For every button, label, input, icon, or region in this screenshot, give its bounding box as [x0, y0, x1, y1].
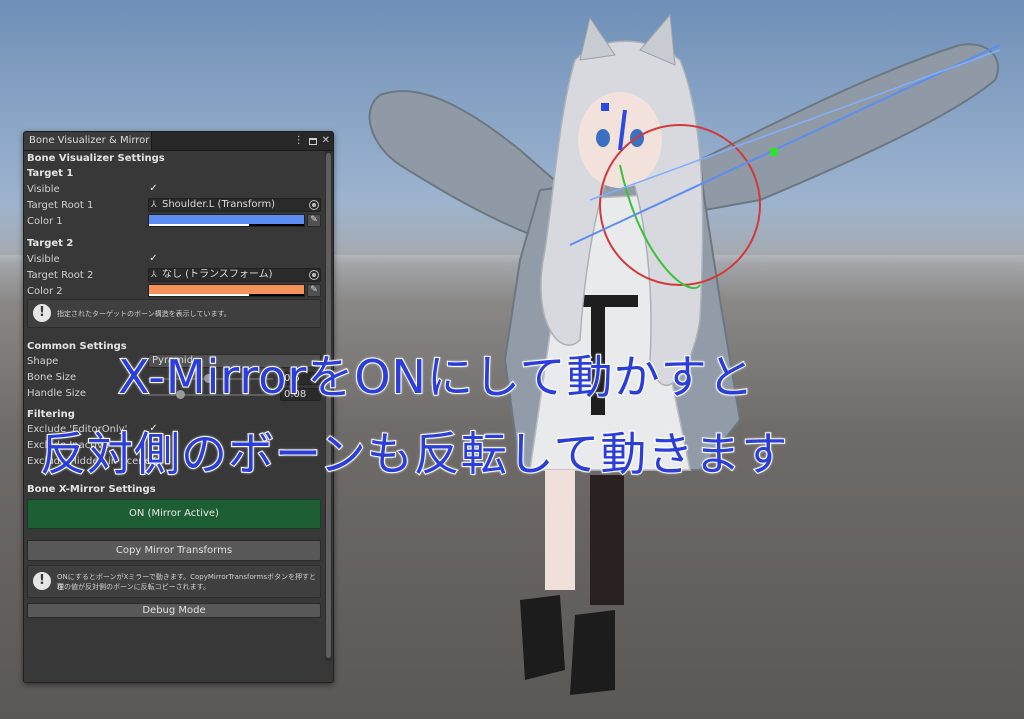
kebab-menu-icon[interactable]: ⋮ [294, 134, 304, 148]
object-picker-icon[interactable] [309, 270, 319, 280]
eyedropper-icon[interactable]: ✎ [307, 284, 321, 297]
info-icon: ! [33, 304, 51, 322]
target2-visible-checkbox[interactable]: ✓ [148, 253, 159, 264]
common-settings-header: Common Settings [27, 341, 127, 352]
mirror-settings-header: Bone X-Mirror Settings [27, 484, 156, 495]
target2-visible-label: Visible [27, 254, 60, 265]
alpha-bar [149, 224, 249, 226]
target1-header: Target 1 [27, 168, 74, 179]
help-box-visualizer: ! 指定されたターゲットのボーン構造を表示しています。 [27, 299, 321, 328]
info-icon: ! [33, 572, 51, 590]
caption-line-2: 反対側のボーンも反転して動きます [39, 426, 789, 482]
caption-line-1: X-MirrorをONにして動かすと [117, 349, 755, 405]
mirror-toggle-button[interactable]: ON (Mirror Active) [27, 499, 321, 529]
help-text-mirror-line2: 在の値が反対側のボーンに反転コピーされます。 [57, 583, 210, 591]
target2-color-field[interactable] [148, 284, 305, 297]
window-controls: ⋮ ✕ [294, 134, 330, 148]
target2-root-label: Target Root 2 [27, 270, 94, 281]
target1-visible-checkbox[interactable]: ✓ [148, 183, 159, 194]
object-picker-icon[interactable] [309, 200, 319, 210]
bone-visualizer-window: Bone Visualizer & Mirror ⋮ ✕ Bone Visual… [23, 131, 334, 683]
help-text-visualizer: 指定されたターゲットのボーン構造を表示しています。 [57, 310, 231, 318]
close-icon[interactable]: ✕ [322, 134, 330, 148]
bone-size-label: Bone Size [27, 372, 77, 383]
section-title-bone-visualizer: Bone Visualizer Settings [27, 153, 165, 164]
window-tab[interactable]: Bone Visualizer & Mirror [24, 132, 152, 150]
inspector-content: Bone Visualizer Settings Target 1 Visibl… [24, 151, 324, 681]
target1-color-label: Color 1 [27, 216, 63, 227]
target2-root-field[interactable]: ⅄ なし (トランスフォーム) [148, 268, 321, 282]
target2-root-value: なし (トランスフォーム) [162, 269, 273, 280]
shape-label: Shape [27, 356, 59, 367]
alpha-bar [149, 294, 249, 296]
target1-root-value: Shoulder.L (Transform) [162, 199, 276, 210]
handle-size-label: Handle Size [27, 388, 86, 399]
debug-mode-button[interactable]: Debug Mode [27, 603, 321, 618]
target1-root-field[interactable]: ⅄ Shoulder.L (Transform) [148, 198, 321, 212]
target2-header: Target 2 [27, 238, 74, 249]
maximize-icon[interactable] [308, 137, 317, 145]
target1-root-label: Target Root 1 [27, 200, 94, 211]
target1-visible-label: Visible [27, 184, 60, 195]
target1-color-field[interactable] [148, 214, 305, 227]
eyedropper-icon[interactable]: ✎ [307, 214, 321, 227]
help-box-mirror: ! ONにするとボーンがXミラーで動きます。CopyMirrorTransfor… [27, 565, 321, 598]
bone-transform-icon: ⅄ [151, 200, 157, 210]
target2-color-label: Color 2 [27, 286, 63, 297]
bone-transform-icon: ⅄ [151, 270, 157, 280]
copy-mirror-transforms-button[interactable]: Copy Mirror Transforms [27, 540, 321, 561]
window-tabbar: Bone Visualizer & Mirror ⋮ ✕ [24, 132, 333, 151]
